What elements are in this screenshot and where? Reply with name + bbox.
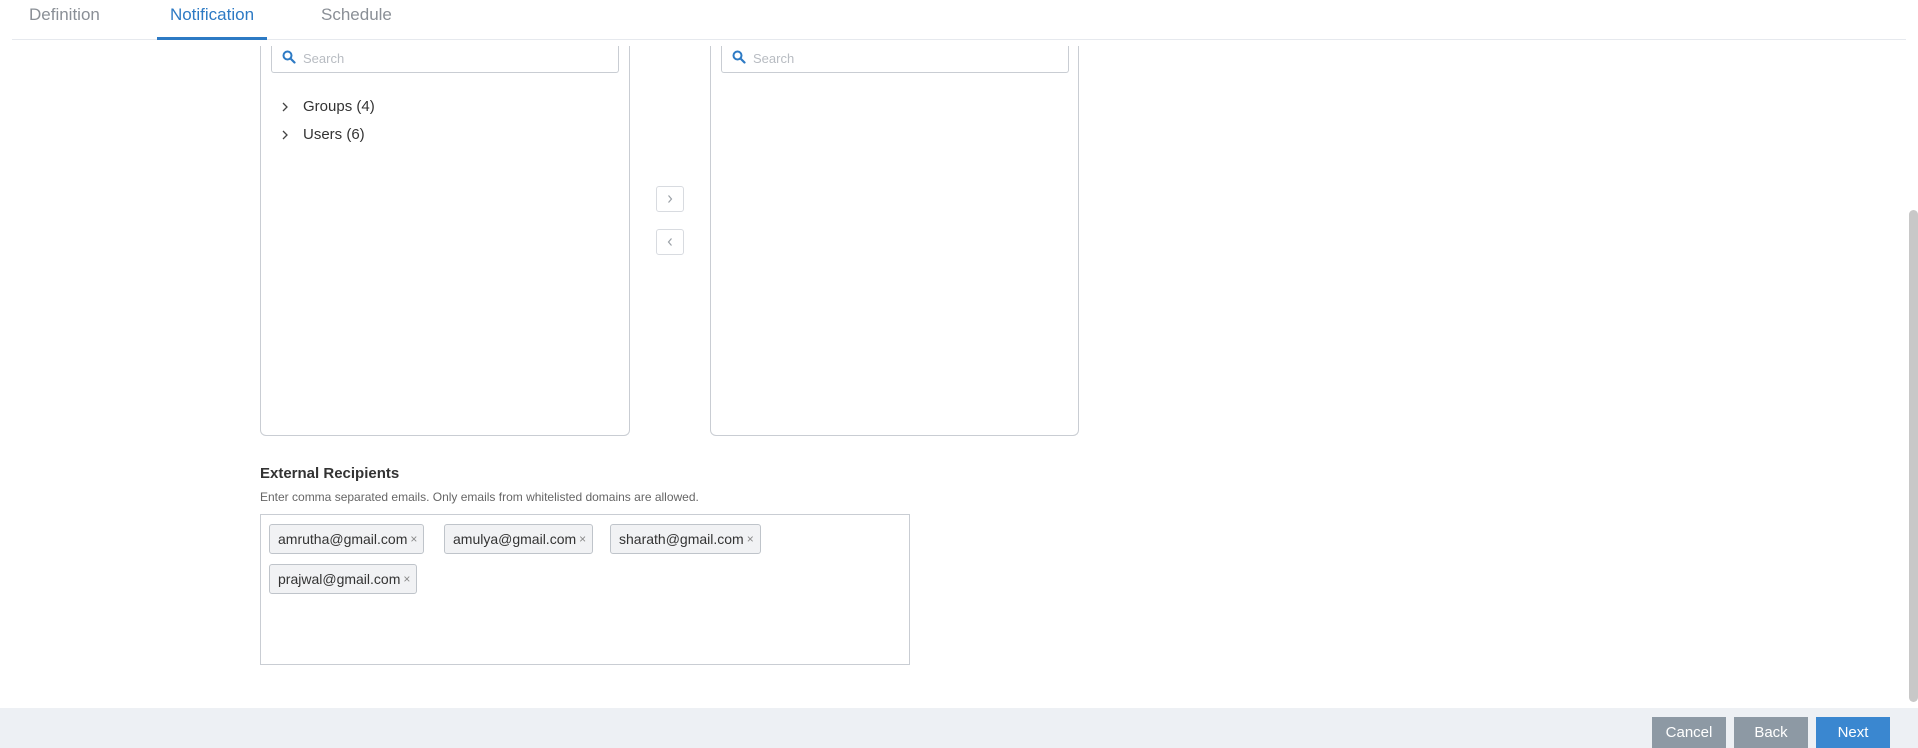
selected-recipients-panel [710,46,1079,436]
tree-item-groups[interactable]: Groups (4) [279,96,375,116]
tab-schedule[interactable]: Schedule [321,0,411,40]
external-recipients-help-text: Enter comma separated emails. Only email… [260,490,699,504]
page-scrollbar-thumb[interactable] [1909,210,1918,702]
email-chip-label: prajwal@gmail.com [278,571,401,587]
available-recipients-panel: Groups (4) Users (6) [260,46,630,436]
back-button[interactable]: Back [1734,717,1808,748]
chevron-left-icon [665,235,675,250]
email-chip-label: amrutha@gmail.com [278,531,408,547]
remove-selected-button[interactable] [656,229,684,255]
tree-item-users[interactable]: Users (6) [279,124,365,144]
chevron-right-icon[interactable] [279,100,291,112]
available-search-input[interactable] [303,46,603,70]
cancel-button[interactable]: Cancel [1652,717,1726,748]
add-selected-button[interactable] [656,186,684,212]
wizard-footer: Cancel Back Next [0,708,1918,748]
external-recipients-title: External Recipients [260,465,400,482]
email-chip: prajwal@gmail.com × [269,564,418,594]
selected-search-input[interactable] [753,46,1053,70]
search-icon [282,50,296,64]
email-chip-label: amulya@gmail.com [453,531,577,547]
close-icon[interactable]: × [579,532,586,546]
tree-item-label: Users (6) [303,125,365,143]
close-icon[interactable]: × [403,572,410,586]
available-search-box [271,46,619,73]
search-icon [732,50,746,64]
email-chip: amulya@gmail.com × [444,524,594,554]
chevron-right-icon[interactable] [279,128,291,140]
next-button[interactable]: Next [1816,717,1890,748]
selected-search-box [721,46,1069,73]
tab-notification[interactable]: Notification [157,0,267,40]
chevron-right-icon [665,192,675,207]
email-chip-label: sharath@gmail.com [619,531,744,547]
close-icon[interactable]: × [410,532,417,546]
tab-bar: Definition Notification Schedule [12,0,1906,40]
tree-item-label: Groups (4) [303,97,375,115]
email-chip: amrutha@gmail.com × [269,524,425,554]
close-icon[interactable]: × [747,532,754,546]
tab-definition[interactable]: Definition [29,0,129,40]
external-recipients-input[interactable]: amrutha@gmail.com × amulya@gmail.com × s… [260,514,910,665]
email-chip: sharath@gmail.com × [610,524,761,554]
